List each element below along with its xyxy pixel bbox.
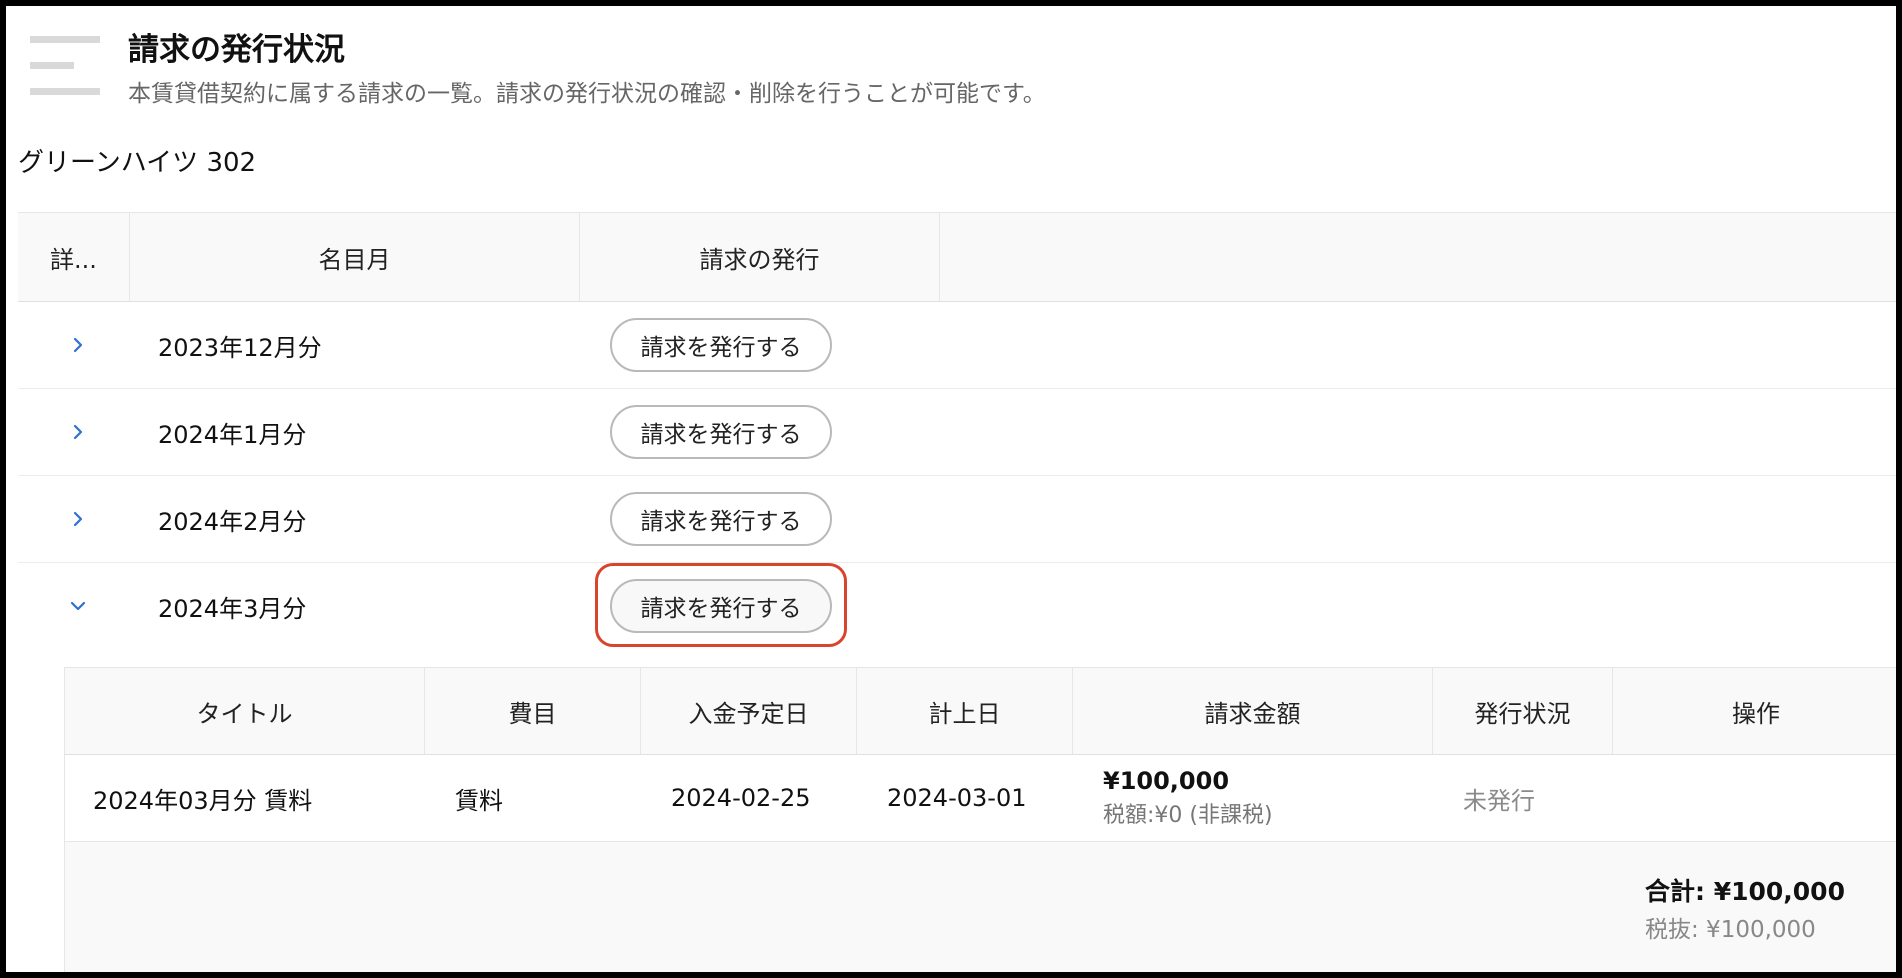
issue-invoice-button[interactable]: 請求を発行する bbox=[610, 318, 832, 372]
page-title: 請求の発行状況 bbox=[128, 32, 345, 68]
month-label: 2024年1月分 bbox=[158, 420, 307, 449]
chevron-right-icon[interactable] bbox=[58, 302, 98, 388]
table-row: 2024年03月分 賃料 賃料 2024-02-25 2024-03-01 ¥1… bbox=[65, 755, 1896, 842]
column-header-amount: 請求金額 bbox=[1073, 668, 1433, 754]
invoice-detail-table: タイトル 費目 入金予定日 計上日 請求金額 発行状況 操作 2024年03月分… bbox=[64, 667, 1896, 972]
chevron-right-icon[interactable] bbox=[58, 389, 98, 475]
column-header-actions: 操作 bbox=[1732, 699, 1780, 728]
month-label: 2024年3月分 bbox=[158, 594, 307, 623]
column-header-category: 費目 bbox=[425, 668, 641, 754]
status-badge: 未発行 bbox=[1463, 786, 1535, 815]
amount-tax: 税額:¥0 (非課税) bbox=[1103, 803, 1273, 828]
column-header-record-date: 計上日 bbox=[857, 668, 1073, 754]
table-row-expanded: 2024年3月分 請求を発行する bbox=[18, 563, 1896, 649]
column-header-title: タイトル bbox=[65, 668, 425, 754]
total-amount: 合計: ¥100,000 bbox=[1645, 877, 1845, 906]
chevron-right-icon[interactable] bbox=[58, 476, 98, 562]
month-label: 2024年2月分 bbox=[158, 507, 307, 536]
billing-table: 詳... 名目月 請求の発行 2023年12月分 請求を発行する 2024年1月… bbox=[18, 212, 1896, 972]
issue-invoice-button[interactable]: 請求を発行する bbox=[610, 492, 832, 546]
page-subtitle: 本賃貸借契約に属する請求の一覧。請求の発行状況の確認・削除を行うことが可能です。 bbox=[128, 81, 1046, 107]
column-header-issue: 請求の発行 bbox=[580, 213, 940, 301]
invoice-record-date: 2024-03-01 bbox=[887, 784, 1027, 812]
app-window: 請求の発行状況 本賃貸借契約に属する請求の一覧。請求の発行状況の確認・削除を行う… bbox=[0, 0, 1902, 978]
column-header-status: 発行状況 bbox=[1433, 668, 1613, 754]
table-row: 2024年1月分 請求を発行する bbox=[18, 389, 1896, 476]
month-label: 2023年12月分 bbox=[158, 333, 322, 362]
invoice-due-date: 2024-02-25 bbox=[671, 784, 811, 812]
invoice-amount: ¥100,000 税額:¥0 (非課税) bbox=[1103, 755, 1273, 841]
total-excl-tax: 税抜: ¥100,000 bbox=[1645, 917, 1816, 943]
column-header-month: 名目月 bbox=[130, 213, 580, 301]
page-header: 請求の発行状況 本賃貸借契約に属する請求の一覧。請求の発行状況の確認・削除を行う… bbox=[30, 24, 1830, 114]
expanded-detail-area: タイトル 費目 入金予定日 計上日 請求金額 発行状況 操作 2024年03月分… bbox=[18, 649, 1896, 972]
column-header-due-date: 入金予定日 bbox=[641, 668, 857, 754]
table-row: 2023年12月分 請求を発行する bbox=[18, 302, 1896, 389]
property-name: グリーンハイツ 302 bbox=[18, 148, 257, 178]
invoice-category: 賃料 bbox=[455, 786, 503, 815]
column-header-detail[interactable]: 詳... bbox=[18, 213, 130, 301]
detail-table-header: タイトル 費目 入金予定日 計上日 請求金額 発行状況 操作 bbox=[65, 667, 1896, 755]
amount-value: ¥100,000 bbox=[1103, 767, 1230, 795]
chevron-down-icon[interactable] bbox=[58, 563, 98, 649]
issue-invoice-button[interactable]: 請求を発行する bbox=[610, 405, 832, 459]
total-row: 合計: ¥100,000 税抜: ¥100,000 bbox=[65, 842, 1896, 972]
issue-invoice-button[interactable]: 請求を発行する bbox=[610, 579, 832, 633]
table-row: 2024年2月分 請求を発行する bbox=[18, 476, 1896, 563]
invoice-title: 2024年03月分 賃料 bbox=[93, 786, 313, 815]
table-header: 詳... 名目月 請求の発行 bbox=[18, 213, 1896, 302]
menu-icon[interactable] bbox=[30, 36, 100, 102]
